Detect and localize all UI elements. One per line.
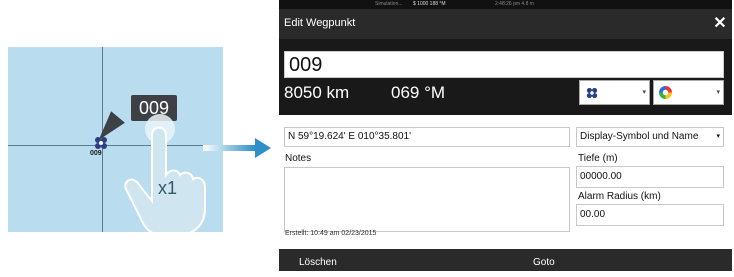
bearing-readout: 069 °M — [391, 83, 446, 102]
symbol-dropdown[interactable]: ▾ — [579, 80, 650, 105]
notes-label: Notes — [285, 153, 312, 164]
dialog-body: N 59°19.624' E 010°35.801' Notes Display… — [279, 115, 732, 251]
alarm-radius-input[interactable]: 00.00 — [576, 204, 724, 226]
arrow-right-icon — [203, 138, 271, 158]
status-time: 2:48:26 pm 4.8 m — [495, 1, 534, 7]
created-timestamp: Erstellt: 10:49 am 02/23/2015 — [285, 230, 377, 237]
coordinates-field[interactable]: N 59°19.624' E 010°35.801' — [284, 127, 570, 147]
dialog-title: Edit Wegpunkt — [284, 17, 356, 29]
dialog-titlebar: Edit Wegpunkt ✕ — [279, 9, 732, 39]
waypoint-name-input[interactable]: 009 — [284, 51, 724, 78]
depth-label: Tiefe (m) — [578, 153, 618, 164]
dropdown-arrow-icon: ▾ — [716, 89, 720, 96]
color-dropdown[interactable]: ▾ — [653, 80, 724, 105]
status-mode: Simulation... — [375, 1, 403, 7]
dropdown-arrow-icon: ▾ — [716, 133, 720, 140]
waypoint-label: 009 — [90, 150, 102, 157]
chart-illustration: 009 009 x1 — [8, 47, 223, 232]
status-bar: Simulation... $ 1000 188 °M 2:48:26 pm 4… — [279, 0, 732, 9]
notes-textarea[interactable] — [284, 167, 570, 232]
depth-input[interactable]: 00000.00 — [576, 166, 724, 188]
close-icon[interactable]: ✕ — [711, 15, 729, 33]
symbol-icon — [586, 87, 598, 99]
tap-count-label: x1 — [158, 178, 178, 198]
alarm-radius-label: Alarm Radius (km) — [578, 191, 661, 202]
dropdown-arrow-icon: ▾ — [642, 89, 646, 96]
waypoint-header: 009 8050 km 069 °M ▾ ▾ — [279, 39, 732, 115]
status-readout: $ 1000 188 °M — [413, 1, 446, 7]
color-wheel-icon — [659, 86, 672, 99]
display-option-value: Display-Symbol und Name — [580, 131, 699, 142]
hand-pointer-icon — [124, 114, 206, 232]
display-option-dropdown[interactable]: Display-Symbol und Name ▾ — [576, 127, 724, 147]
goto-button[interactable]: Goto — [533, 249, 555, 271]
edit-waypoint-dialog: Simulation... $ 1000 188 °M 2:48:26 pm 4… — [279, 0, 732, 271]
distance-readout: 8050 km — [284, 83, 350, 102]
delete-button[interactable]: Löschen — [299, 249, 337, 271]
dialog-footer: Löschen Goto — [279, 249, 732, 271]
